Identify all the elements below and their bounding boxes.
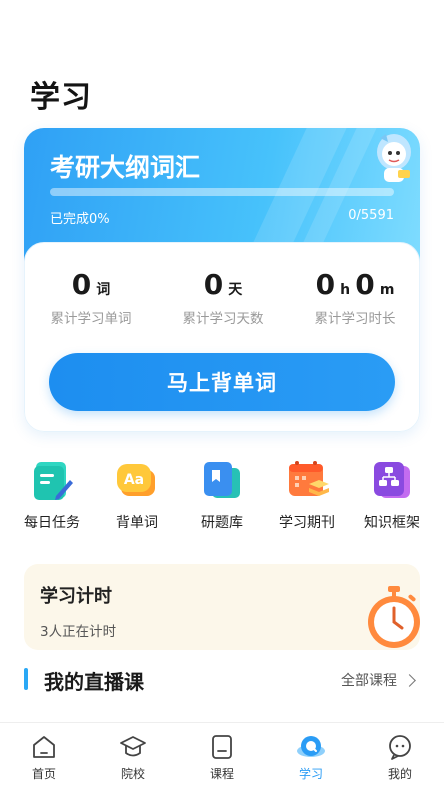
stat-hours-unit: h <box>340 282 351 298</box>
stat-days: 0 天 累计学习天数 <box>157 267 289 327</box>
stat-duration: 0 h 0 m 累计学习时长 <box>289 267 420 327</box>
question-bank-icon <box>204 462 240 498</box>
tab-home[interactable]: 首页 <box>0 733 88 782</box>
school-icon <box>120 736 146 757</box>
start-memorize-button[interactable]: 马上背单词 <box>49 353 395 411</box>
shortcut-label: 学习期刊 <box>279 515 335 531</box>
progress-bar <box>50 188 394 196</box>
vocab-card[interactable]: 考研大纲词汇 已完成0% 0/5591 0 词 累计学习单词 0 天 累计学习天… <box>24 128 420 432</box>
stat-hours-value: 0 <box>315 268 336 301</box>
stat-days-label: 累计学习天数 <box>182 311 264 327</box>
shortcut-label: 知识框架 <box>364 515 420 531</box>
stat-duration-label: 累计学习时长 <box>314 311 396 327</box>
svg-text:Aa: Aa <box>124 472 144 488</box>
vocabulary-icon: Aa <box>117 464 155 496</box>
shortcut-knowledge-framework[interactable]: 知识框架 <box>348 458 436 532</box>
tab-school[interactable]: 院校 <box>89 733 177 782</box>
vocab-card-body: 0 词 累计学习单词 0 天 累计学习天数 0 h 0 m 累计学习时长 马上背… <box>24 242 420 432</box>
daily-task-icon <box>34 462 73 500</box>
shortcut-label: 研题库 <box>201 515 243 531</box>
timer-title: 学习计时 <box>40 586 112 607</box>
stat-words-label: 累计学习单词 <box>50 311 132 327</box>
shortcut-journal[interactable]: 学习期刊 <box>263 458 351 532</box>
chevron-right-icon <box>403 673 416 687</box>
section-accent-bar <box>24 668 28 690</box>
page-title: 学习 <box>30 80 92 115</box>
stat-minutes-value: 0 <box>355 268 375 301</box>
tab-label: 课程 <box>209 767 234 781</box>
shortcut-vocabulary[interactable]: Aa 背单词 <box>93 458 181 532</box>
tab-label: 院校 <box>120 767 145 781</box>
all-courses-label: 全部课程 <box>341 673 397 689</box>
progress-label: 已完成0% <box>50 212 110 227</box>
tab-label: 学习 <box>298 767 323 781</box>
bottom-tab-bar: 首页 院校 课程 学习 我的 <box>0 722 444 790</box>
shortcut-daily-task[interactable]: 每日任务 <box>8 458 96 532</box>
tab-label: 首页 <box>31 767 56 781</box>
profile-icon <box>389 735 411 760</box>
mascot-icon <box>377 134 411 182</box>
home-icon <box>33 736 55 758</box>
tab-profile[interactable]: 我的 <box>356 733 444 782</box>
stat-days-unit: 天 <box>228 282 243 298</box>
all-courses-link[interactable]: 全部课程 <box>341 670 416 690</box>
live-courses-title: 我的直播课 <box>44 670 144 694</box>
tab-study[interactable]: 学习 <box>267 733 355 782</box>
timer-subtitle: 3人正在计时 <box>40 624 117 640</box>
shortcut-label: 每日任务 <box>24 515 80 531</box>
course-icon <box>212 735 232 759</box>
study-icon <box>297 736 325 757</box>
stat-days-value: 0 <box>203 268 224 301</box>
book-title: 考研大纲词汇 <box>50 153 201 182</box>
stat-minutes-unit: m <box>379 282 395 298</box>
tab-course[interactable]: 课程 <box>178 733 266 782</box>
knowledge-framework-icon <box>374 462 410 498</box>
stat-words: 0 词 累计学习单词 <box>25 267 157 327</box>
stopwatch-icon <box>368 586 420 648</box>
stat-words-unit: 词 <box>96 282 111 298</box>
progress-count: 0/5591 <box>348 208 394 223</box>
journal-icon <box>289 461 329 496</box>
shortcut-label: 背单词 <box>116 515 158 531</box>
shortcut-question-bank[interactable]: 研题库 <box>178 458 266 532</box>
tab-label: 我的 <box>387 767 412 781</box>
study-timer-card[interactable]: 学习计时 3人正在计时 <box>24 564 420 650</box>
shortcut-row: 每日任务 Aa 背单词 研题库 学习期刊 知识框架 <box>0 458 444 538</box>
stat-words-value: 0 <box>71 268 92 301</box>
